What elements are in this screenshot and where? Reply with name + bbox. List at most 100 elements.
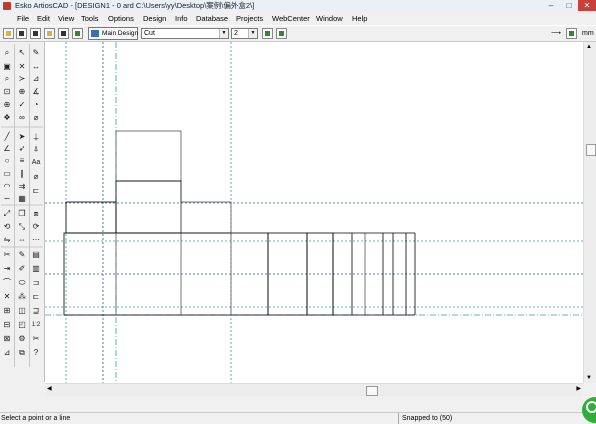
scale-icon[interactable]: ⤡ [17,222,27,232]
ratio-icon[interactable]: 1:2 [31,320,41,330]
align-icon[interactable]: ≡ [17,156,27,166]
pan-icon[interactable]: ⊡ [2,87,12,97]
trim-icon[interactable]: ✂ [2,250,12,260]
rotate-bridge-icon[interactable]: ⟳ [31,222,41,232]
menu-projects[interactable]: Projects [236,14,263,23]
delete-icon[interactable]: ✕ [2,292,12,302]
spray-icon[interactable]: ⁂ [17,292,27,302]
menu-design[interactable]: Design [143,14,166,23]
vertical-scroll-thumb[interactable] [586,144,596,156]
close-button[interactable]: ✕ [578,0,596,11]
perf-icon[interactable]: ⊏ [31,292,41,302]
refresh-icon[interactable] [276,28,287,39]
frame-icon[interactable]: ⊏ [31,186,41,196]
fillet-icon[interactable]: ⌒ [2,278,12,288]
dimension-icon[interactable]: ⊿ [31,74,41,84]
link-icon[interactable]: ∞ [17,113,27,123]
text-icon[interactable]: Aa [31,158,41,168]
menu-database[interactable]: Database [196,14,228,23]
dim-style-icon[interactable]: ⍊ [31,132,41,142]
main-design-button[interactable]: Main Design [88,27,138,40]
cut-icon[interactable]: ✂ [31,334,41,344]
new-design-icon[interactable] [44,28,55,39]
notch-icon[interactable]: ⊐ [31,278,41,288]
menu-tools[interactable]: Tools [81,14,99,23]
gluing-icon[interactable]: ⊟ [2,320,12,330]
mirror-icon[interactable]: ⇋ [2,235,12,245]
measure-icon[interactable]: ⊿ [2,348,12,358]
circle-icon[interactable]: ○ [2,156,12,166]
scroll-right-icon[interactable]: ▶ [576,385,581,392]
scroll-up-icon[interactable]: ▲ [586,44,592,50]
zoom-icon[interactable]: ⌕ [2,48,12,58]
horizontal-scroll-thumb[interactable] [366,386,378,396]
join-icon[interactable]: ⊞ [2,306,12,316]
pointsize-select[interactable]: 2 ▼ [231,28,258,39]
leader-icon[interactable]: ⍋ [31,144,41,154]
line-tool-icon[interactable]: ⟶ [550,28,562,39]
linetype-select[interactable]: Cut ▼ [141,28,229,39]
view-icon[interactable]: ⊕ [2,100,12,110]
select-plus-icon[interactable]: ➶ [17,144,27,154]
scroll-left-icon[interactable]: ◀ [47,385,52,392]
cross-icon[interactable]: ✕ [17,62,27,72]
extend-icon[interactable]: ⇥ [2,264,12,274]
horizontal-scrollbar[interactable]: ◀ ▶ [45,383,583,396]
layers-icon[interactable]: ⧉ [17,348,27,358]
radius-icon[interactable]: ◔ [31,100,41,110]
group-icon[interactable]: ◰ [17,320,27,330]
distribute-icon[interactable]: ⋯ [31,235,41,245]
grid-icon[interactable] [262,28,273,39]
menu-view[interactable]: View [58,14,74,23]
hatch-icon[interactable]: ▦ [17,194,27,204]
open-icon[interactable] [3,28,14,39]
stretch-icon[interactable]: ⇔ [17,235,27,245]
brush-icon[interactable]: ✐ [17,264,27,274]
arc-icon[interactable]: ◠ [2,182,12,192]
check-icon[interactable]: ✓ [17,100,27,110]
save-icon[interactable] [16,28,27,39]
menu-info[interactable]: Info [175,14,188,23]
green-box-icon[interactable]: ▤ [31,250,41,260]
help-icon[interactable]: ? [31,348,41,358]
chevron-icon[interactable]: ≻ [17,74,27,84]
zoom-window-icon[interactable]: ▣ [2,62,12,72]
pen-icon[interactable]: ✎ [17,250,27,260]
maximize-button[interactable]: □ [560,0,578,11]
layout-icon[interactable] [72,28,83,39]
menu-edit[interactable]: Edit [37,14,50,23]
eyedropper-icon[interactable]: ⌀ [31,172,41,182]
bridge-icon[interactable]: ⊠ [2,334,12,344]
bar-icon[interactable]: ▥ [31,264,41,274]
cross-hair-icon[interactable]: ⊕ [17,87,27,97]
crease-icon[interactable]: ⊒ [31,306,41,316]
copy-bridge-icon[interactable]: ⧈ [31,209,41,219]
curve-icon[interactable]: ∽ [2,194,12,204]
color-icon[interactable] [566,28,577,39]
menu-file[interactable]: File [17,14,29,23]
menu-webcenter[interactable]: WebCenter [272,14,310,23]
pointer-icon[interactable]: ↖ [17,48,27,58]
scroll-down-icon[interactable]: ▼ [586,375,592,381]
select-icon[interactable]: ➤ [17,132,27,142]
copy-tool-icon[interactable]: ❐ [17,209,27,219]
snap-icon[interactable]: ❖ [2,113,12,123]
print-icon[interactable] [30,28,41,39]
diameter-icon[interactable]: ⌀ [31,113,41,123]
drawing-canvas[interactable] [45,42,583,383]
menu-options[interactable]: Options [108,14,134,23]
rectangle-icon[interactable]: ▭ [2,169,12,179]
pencil-icon[interactable]: ✎ [31,48,41,58]
vertical-scrollbar[interactable]: ▲ ▼ [583,42,596,383]
angle-line-icon[interactable]: ∠ [2,144,12,154]
move-icon[interactable]: ⤢ [2,209,12,219]
settings-icon[interactable]: ⚙ [17,334,27,344]
line-icon[interactable]: ╱ [2,132,12,142]
offset-icon[interactable]: ⇉ [17,182,27,192]
zoom-out-icon[interactable]: ⌕ [2,74,12,84]
ellipse-icon[interactable]: ⬭ [17,278,27,288]
layer-icon[interactable]: ◫ [17,306,27,316]
angle-dim-icon[interactable]: ∡ [31,87,41,97]
units-label[interactable]: mm [582,28,594,39]
menu-help[interactable]: Help [352,14,367,23]
